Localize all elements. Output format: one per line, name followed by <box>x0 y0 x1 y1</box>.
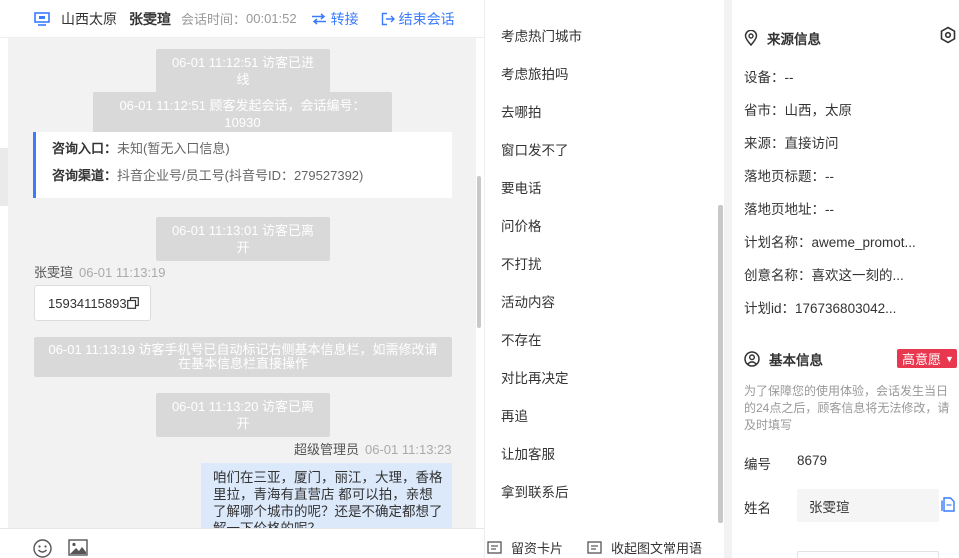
chat-toolbar <box>0 528 484 558</box>
quick-reply-item[interactable]: 活动内容 <box>501 291 555 311</box>
number-label: 编号 <box>744 457 771 472</box>
collapse-common-phrases-label: 收起图文常用语 <box>611 540 703 556</box>
number-value: 8679 <box>797 453 828 468</box>
name-input[interactable]: 张雯瑄 <box>797 489 939 522</box>
system-message: 06-01 11:13:20 访客已离开 <box>156 393 330 437</box>
source-origin: 来源：直接访问 <box>744 136 839 151</box>
source-landing-url: 落地页地址：-- <box>744 202 834 217</box>
visitor-sender: 张雯瑄 06-01 11:13:19 <box>34 262 166 281</box>
quick-reply-item[interactable]: 问价格 <box>501 215 542 235</box>
intent-level-value: 高意愿 <box>902 352 942 367</box>
edit-notice: 为了保障您的使用体验，会话发生当日的24点之后，顾客信息将无法修改，请及时填写 <box>744 384 950 432</box>
system-message: 06-01 11:13:01 访客已离开 <box>156 217 330 261</box>
copy-icon[interactable] <box>941 497 955 512</box>
quick-reply-item[interactable]: 让加客服 <box>501 443 555 463</box>
system-message: 06-01 11:12:51 顾客发起会话，会话编号：10930 <box>93 92 392 136</box>
chat-scrollbar[interactable] <box>476 38 482 528</box>
quick-reply-item[interactable]: 要电话 <box>501 177 542 197</box>
intent-level-dropdown[interactable]: 高意愿 ▼ <box>897 349 957 368</box>
quick-reply-item[interactable]: 考虑旅拍吗 <box>501 63 569 83</box>
exit-icon <box>381 12 395 25</box>
end-session-label: 结束会话 <box>398 10 455 27</box>
consult-entry-value: 未知(暂无入口信息) <box>117 141 230 156</box>
chat-messages[interactable]: 06-01 11:12:51 访客已进线 06-01 11:12:51 顾客发起… <box>8 38 476 528</box>
visitor-location: 山西太原 <box>61 10 117 27</box>
agent-sender: 超级管理员 06-01 11:13:23 <box>294 439 452 458</box>
consult-entry-row: 咨询入口：未知(暂无入口信息) <box>52 142 452 156</box>
image-icon[interactable] <box>68 539 88 556</box>
end-session-button[interactable]: 结束会话 <box>381 9 455 29</box>
source-info-title: 来源信息 <box>744 28 821 48</box>
consult-channel-row: 咨询渠道：抖音企业号/员工号(抖音号ID：279527392) <box>52 169 452 183</box>
lead-card-button[interactable]: 留资卡片 <box>487 538 563 557</box>
lead-card-label: 留资卡片 <box>511 540 564 556</box>
monitor-icon <box>34 11 50 26</box>
quick-reply-item[interactable]: 窗口发不了 <box>501 139 569 159</box>
quick-reply-item[interactable]: 对比再决定 <box>501 367 569 387</box>
system-message: 06-01 11:12:51 访客已进线 <box>156 49 330 93</box>
source-device: 设备：-- <box>744 70 794 85</box>
phone-message[interactable]: 15934115893 <box>34 285 151 321</box>
quick-reply-item[interactable]: 考虑热门城市 <box>501 25 582 45</box>
transfer-label: 转接 <box>330 10 359 27</box>
name-input-value: 张雯瑄 <box>809 499 850 515</box>
visitor-info-content: 来源信息 设备：-- 省市：山西，太原 来源：直接访问 落地页标题：-- 落地页… <box>732 0 959 558</box>
consult-entry-key: 咨询入口： <box>52 141 118 156</box>
emoji-icon[interactable] <box>33 539 52 558</box>
caret-down-icon: ▼ <box>945 353 954 364</box>
basic-info-label: 基本信息 <box>769 353 823 368</box>
left-edge <box>0 148 8 206</box>
chat-scrollbar-thumb[interactable] <box>477 176 481 328</box>
quick-reply-item[interactable]: 不存在 <box>501 329 542 349</box>
chat-header: 山西太原 张雯瑄 会话时间： 00:01:52 转接 结束会话 <box>0 0 484 38</box>
duration-label: 会话时间： <box>181 12 247 27</box>
sender-name: 超级管理员 <box>294 442 360 457</box>
agent-message: 咱们在三亚，厦门，丽江，大理，香格里拉，青海有直营店 都可以拍，亲想了解哪个城市… <box>201 463 452 528</box>
quick-replies-toolbar: 留资卡片 收起图文常用语 <box>485 536 725 558</box>
name-label: 姓名 <box>744 501 771 516</box>
next-field-input[interactable] <box>797 551 939 558</box>
visitor-name: 张雯瑄 <box>129 10 171 27</box>
system-message: 06-01 11:13:19 访客手机号已自动标记右侧基本信息栏，如需修改请在基… <box>34 337 452 377</box>
chat-panel: 山西太原 张雯瑄 会话时间： 00:01:52 转接 结束会话 06-01 11… <box>0 0 484 558</box>
source-info-label: 来源信息 <box>767 32 821 47</box>
duration-value: 00:01:52 <box>246 11 297 26</box>
list-icon <box>587 540 602 554</box>
quick-reply-item[interactable]: 再追 <box>501 405 528 425</box>
source-creative-name: 创意名称：喜欢这一刻的... <box>744 268 904 283</box>
copy-icon[interactable] <box>126 297 139 309</box>
quick-reply-item[interactable]: 拿到联系后 <box>501 481 569 501</box>
user-icon <box>744 351 760 367</box>
visitor-info-panel: 来源信息 设备：-- 省市：山西，太原 来源：直接访问 落地页标题：-- 落地页… <box>724 0 959 558</box>
transfer-icon <box>311 12 326 25</box>
source-plan-name: 计划名称：aweme_promot... <box>744 235 916 250</box>
location-pin-icon <box>744 30 758 46</box>
sender-time: 06-01 11:13:23 <box>365 442 452 457</box>
source-plan-id: 计划id：176736803042... <box>744 301 897 316</box>
quick-reply-item[interactable]: 不打扰 <box>501 253 542 273</box>
source-landing-title: 落地页标题：-- <box>744 169 834 184</box>
phone-number: 15934115893 <box>48 295 127 311</box>
quick-reply-item[interactable]: 去哪拍 <box>501 101 542 121</box>
quick-replies-scrollbar[interactable] <box>718 205 723 523</box>
basic-info-title: 基本信息 <box>744 349 823 369</box>
quick-replies-panel: 考虑热门城市 考虑旅拍吗 去哪拍 窗口发不了 要电话 问价格 不打扰 活动内容 … <box>484 0 724 558</box>
consult-channel-value: 抖音企业号/员工号(抖音号ID：279527392) <box>117 168 364 183</box>
transfer-button[interactable]: 转接 <box>311 9 359 29</box>
sender-name: 张雯瑄 <box>34 265 74 280</box>
consult-info-card: 咨询入口：未知(暂无入口信息) 咨询渠道：抖音企业号/员工号(抖音号ID：279… <box>33 132 452 198</box>
sender-time: 06-01 11:13:19 <box>79 265 166 280</box>
card-icon <box>487 540 502 554</box>
settings-icon[interactable] <box>939 26 957 44</box>
source-province: 省市：山西，太原 <box>744 103 852 118</box>
consult-channel-key: 咨询渠道： <box>52 168 118 183</box>
collapse-common-phrases-button[interactable]: 收起图文常用语 <box>587 538 702 557</box>
